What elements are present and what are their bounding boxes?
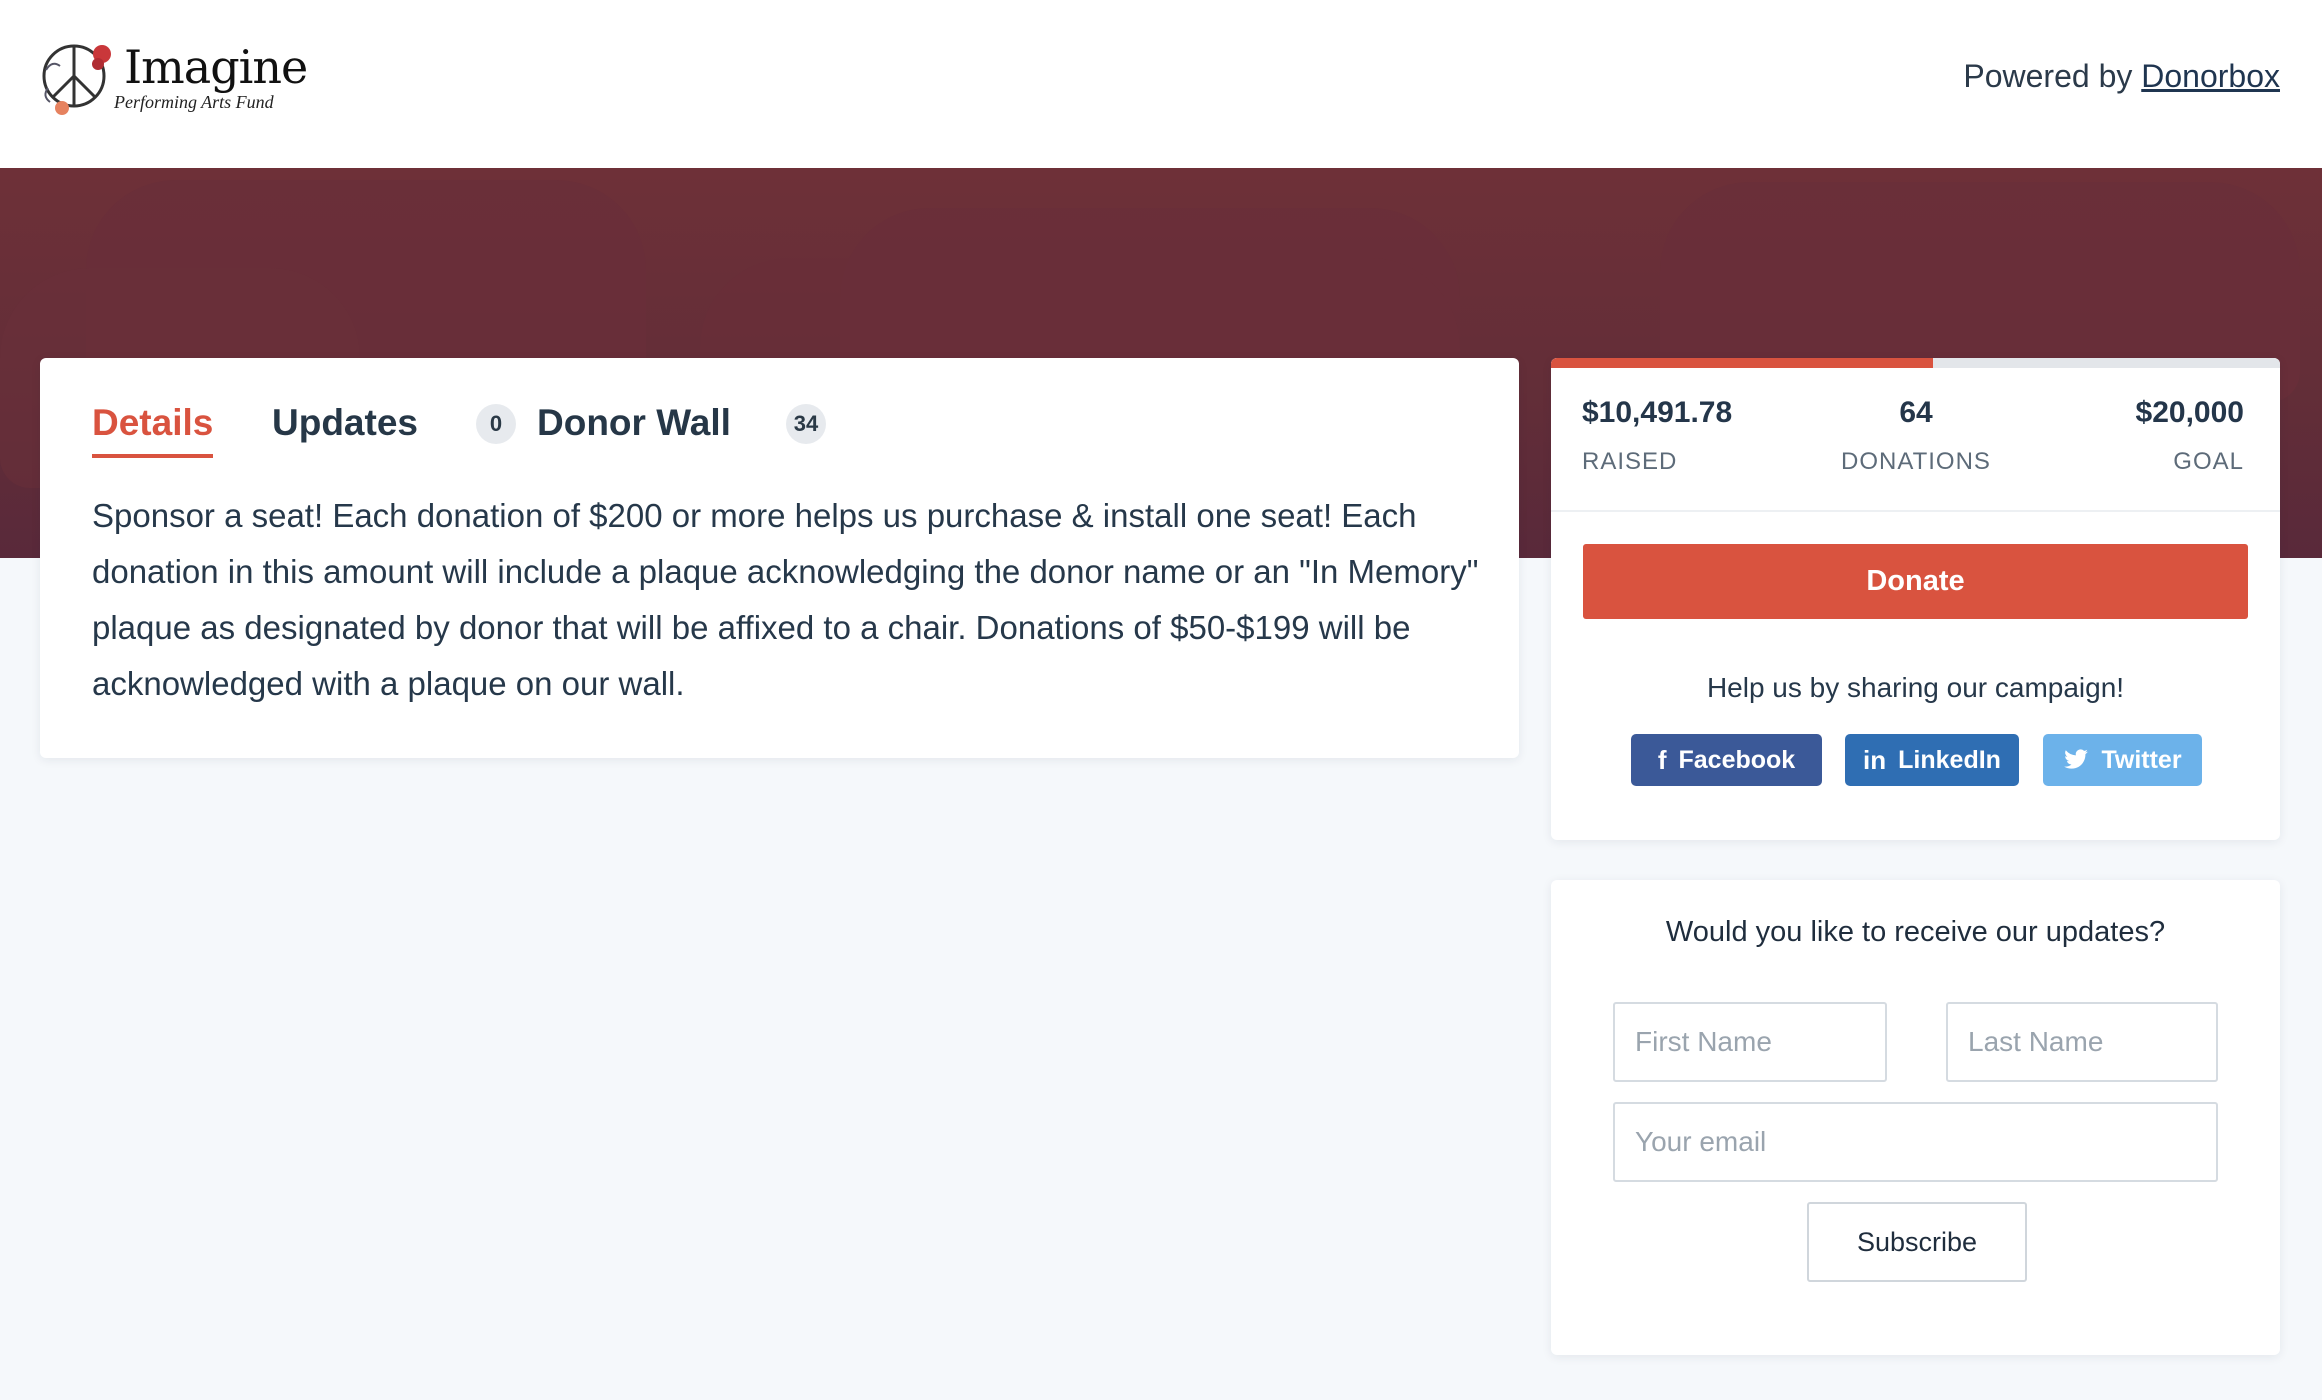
stat-goal: $20,000 GOAL — [2136, 396, 2244, 476]
raised-amount: $10,491.78 — [1582, 396, 1733, 429]
donor-wall-count-badge: 34 — [786, 404, 826, 444]
divider — [1551, 510, 2280, 512]
powered-prefix: Powered by — [1963, 58, 2133, 94]
goal-label: GOAL — [2173, 448, 2244, 475]
tab-donor-wall-label: Donor Wall — [537, 402, 731, 443]
first-name-field[interactable] — [1613, 1002, 1887, 1082]
tab-updates-label: Updates — [272, 402, 418, 443]
linkedin-share-button[interactable]: in LinkedIn — [1845, 734, 2019, 786]
stat-donations: 64 DONATIONS — [1831, 396, 2001, 476]
progress-bar — [1551, 358, 2280, 368]
tab-details[interactable]: Details — [92, 402, 214, 458]
logo-tagline: Performing Arts Fund — [114, 92, 274, 112]
peace-sign-flower-icon — [42, 44, 111, 115]
donate-button[interactable]: Donate — [1583, 544, 2248, 619]
stat-raised: $10,491.78 RAISED — [1582, 396, 1732, 476]
raised-label: RAISED — [1582, 448, 1678, 475]
logo-name: Imagine — [124, 40, 308, 94]
twitter-label: Twitter — [2101, 745, 2182, 774]
twitter-share-button[interactable]: Twitter — [2043, 734, 2202, 786]
top-bar: Imagine Performing Arts Fund Powered by … — [0, 0, 2322, 168]
tab-donor-wall[interactable]: Donor Wall — [537, 402, 731, 444]
facebook-icon: f — [1657, 744, 1667, 775]
subscribe-card: Would you like to receive our updates? S… — [1551, 880, 2280, 1355]
facebook-label: Facebook — [1678, 745, 1796, 774]
donation-summary-card: $10,491.78 RAISED 64 DONATIONS $20,000 G… — [1551, 358, 2280, 840]
goal-amount: $20,000 — [2135, 396, 2244, 429]
subscribe-button[interactable]: Subscribe — [1807, 1202, 2027, 1282]
imagine-logo[interactable]: Imagine Performing Arts Fund — [40, 30, 308, 126]
share-buttons: f Facebook in LinkedIn Twitter — [1551, 734, 2280, 786]
last-name-field[interactable] — [1946, 1002, 2218, 1082]
email-field[interactable] — [1613, 1102, 2218, 1182]
donorbox-link[interactable]: Donorbox — [2141, 58, 2280, 94]
facebook-share-button[interactable]: f Facebook — [1631, 734, 1822, 786]
twitter-icon — [2064, 749, 2089, 769]
progress-bar-fill — [1551, 358, 1934, 368]
linkedin-icon: in — [1863, 744, 1887, 775]
tab-updates[interactable]: Updates — [272, 402, 418, 444]
linkedin-label: LinkedIn — [1898, 745, 2001, 774]
details-card: Details Updates 0 Donor Wall 34 Sponsor … — [40, 358, 1519, 758]
subscribe-title: Would you like to receive our updates? — [1665, 916, 2166, 948]
updates-count-badge: 0 — [476, 404, 516, 444]
campaign-description: Sponsor a seat! Each donation of $200 or… — [92, 497, 1479, 702]
donations-count: 64 — [1899, 396, 1933, 429]
powered-by: Powered by Donorbox — [1963, 58, 2280, 95]
donations-label: DONATIONS — [1841, 448, 1991, 475]
share-title: Help us by sharing our campaign! — [1706, 672, 2125, 703]
